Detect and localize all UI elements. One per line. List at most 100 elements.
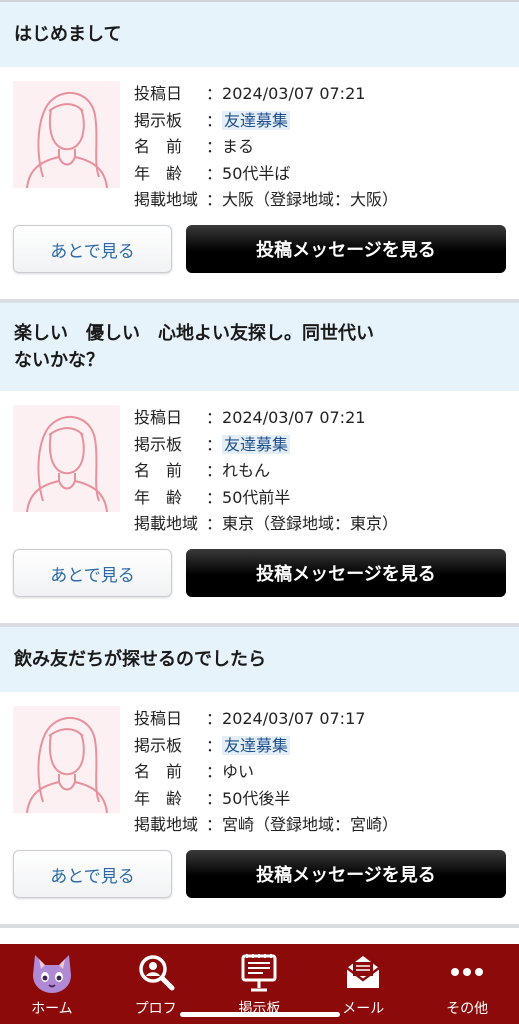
more-icon bbox=[447, 952, 487, 992]
posted-at-row: 投稿日 ： 2024/03/07 07:17 bbox=[134, 706, 398, 733]
separator: ： bbox=[206, 461, 223, 480]
name-value: れもん bbox=[222, 461, 271, 480]
region-value: 宮崎（登録地域：宮崎） bbox=[222, 815, 399, 834]
separator: ： bbox=[206, 137, 223, 156]
age-value: 50代前半 bbox=[222, 487, 291, 507]
separator: ： bbox=[206, 815, 223, 834]
region-label: 掲載地域 bbox=[134, 815, 199, 834]
board-label: 掲示板 bbox=[134, 110, 183, 130]
region-value: 大阪（登録地域：大阪） bbox=[222, 190, 399, 209]
divider bbox=[0, 924, 519, 928]
region-row: 掲載地域 ： 大阪（登録地域：大阪） bbox=[134, 187, 398, 214]
age-row: 年 齢 ： 50代半ば bbox=[134, 161, 398, 188]
view-message-button[interactable]: 投稿メッセージを見る bbox=[186, 225, 506, 273]
region-label: 掲載地域 bbox=[134, 190, 199, 209]
tab-label: メール bbox=[342, 1001, 385, 1017]
separator: ： bbox=[206, 709, 223, 728]
region-label: 掲載地域 bbox=[134, 514, 199, 533]
board-row: 掲示板 ： 友達募集 bbox=[134, 733, 398, 760]
name-row: 名 前 ： ゆい bbox=[134, 759, 398, 786]
posted-at-label: 投稿日 bbox=[134, 84, 183, 103]
woman-silhouette-icon bbox=[26, 415, 108, 512]
separator: ： bbox=[206, 762, 223, 781]
name-label: 名 前 bbox=[134, 461, 183, 480]
mail-icon bbox=[343, 952, 383, 992]
board-label: 掲示板 bbox=[134, 434, 183, 454]
board-value-cell: 友達募集 bbox=[222, 432, 398, 459]
board-row: 掲示板 ： 友達募集 bbox=[134, 108, 398, 135]
age-label: 年 齢 bbox=[134, 788, 183, 808]
board-label: 掲示板 bbox=[134, 735, 183, 755]
tab-label: プロフ bbox=[134, 1001, 177, 1017]
post-card: はじめまして 投稿日 ： 2024/03/07 07:21 掲示板 ： 友達募集… bbox=[0, 0, 519, 299]
board-value-cell: 友達募集 bbox=[222, 733, 398, 760]
board-link[interactable]: 友達募集 bbox=[222, 735, 291, 755]
age-label: 年 齢 bbox=[134, 487, 183, 507]
posted-at-value: 2024/03/07 07:21 bbox=[222, 84, 366, 103]
name-row: 名 前 ： まる bbox=[134, 134, 398, 161]
post-body: 投稿日 ： 2024/03/07 07:21 掲示板 ： 友達募集 名 前 ： … bbox=[0, 391, 519, 623]
post-feed: はじめまして 投稿日 ： 2024/03/07 07:21 掲示板 ： 友達募集… bbox=[0, 0, 519, 928]
age-row: 年 齢 ： 50代前半 bbox=[134, 485, 398, 512]
woman-silhouette-icon bbox=[26, 91, 108, 188]
posted-at-row: 投稿日 ： 2024/03/07 07:21 bbox=[134, 81, 398, 108]
separator: ： bbox=[206, 190, 223, 209]
name-label: 名 前 bbox=[134, 762, 183, 781]
woman-silhouette-icon bbox=[26, 716, 108, 813]
separator: ： bbox=[206, 110, 223, 130]
separator: ： bbox=[206, 434, 223, 454]
name-label: 名 前 bbox=[134, 137, 183, 156]
search-icon bbox=[136, 952, 176, 992]
tab-home[interactable]: ホーム bbox=[0, 944, 104, 1024]
posted-at-value: 2024/03/07 07:21 bbox=[222, 408, 366, 427]
separator: ： bbox=[206, 84, 223, 103]
post-card: 楽しい 優しい 心地よい友探し。同世代い ないかな？ 投稿日 ： 2024/03… bbox=[0, 299, 519, 623]
view-later-button[interactable]: あとで見る bbox=[13, 549, 172, 597]
name-value: ゆい bbox=[222, 762, 255, 781]
age-value: 50代後半 bbox=[222, 788, 291, 808]
separator: ： bbox=[206, 735, 223, 755]
view-message-button[interactable]: 投稿メッセージを見る bbox=[186, 549, 506, 597]
tab-label: その他 bbox=[446, 1001, 489, 1017]
posted-at-label: 投稿日 bbox=[134, 408, 183, 427]
post-body: 投稿日 ： 2024/03/07 07:21 掲示板 ： 友達募集 名 前 ： … bbox=[0, 67, 519, 299]
view-message-button[interactable]: 投稿メッセージを見る bbox=[186, 850, 506, 898]
avatar[interactable] bbox=[13, 706, 120, 813]
avatar[interactable] bbox=[13, 81, 120, 188]
name-row: 名 前 ： れもん bbox=[134, 458, 398, 485]
age-value: 50代半ば bbox=[222, 163, 291, 183]
post-title[interactable]: 楽しい 優しい 心地よい友探し。同世代い ないかな？ bbox=[0, 303, 519, 391]
region-value: 東京（登録地域：東京） bbox=[222, 514, 399, 533]
post-title[interactable]: 飲み友だちが探せるのでしたら bbox=[0, 627, 519, 692]
board-link[interactable]: 友達募集 bbox=[222, 434, 291, 454]
region-row: 掲載地域 ： 東京（登録地域：東京） bbox=[134, 511, 398, 538]
avatar[interactable] bbox=[13, 405, 120, 512]
posted-at-row: 投稿日 ： 2024/03/07 07:21 bbox=[134, 405, 398, 432]
view-later-button[interactable]: あとで見る bbox=[13, 850, 172, 898]
board-list-page: はじめまして 投稿日 ： 2024/03/07 07:21 掲示板 ： 友達募集… bbox=[0, 0, 519, 1024]
home-indicator[interactable] bbox=[180, 1012, 340, 1017]
tab-label: ホーム bbox=[31, 1001, 73, 1017]
post-body: 投稿日 ： 2024/03/07 07:17 掲示板 ： 友達募集 名 前 ： … bbox=[0, 692, 519, 924]
post-info: 投稿日 ： 2024/03/07 07:17 掲示板 ： 友達募集 名 前 ： … bbox=[134, 706, 398, 839]
separator: ： bbox=[206, 514, 223, 533]
separator: ： bbox=[206, 487, 223, 507]
view-later-button[interactable]: あとで見る bbox=[13, 225, 172, 273]
cat-mascot-icon bbox=[29, 952, 75, 993]
age-label: 年 齢 bbox=[134, 163, 183, 183]
board-icon bbox=[239, 952, 279, 992]
posted-at-value: 2024/03/07 07:17 bbox=[222, 709, 366, 728]
region-row: 掲載地域 ： 宮崎（登録地域：宮崎） bbox=[134, 812, 398, 839]
board-value-cell: 友達募集 bbox=[222, 108, 398, 135]
board-link[interactable]: 友達募集 bbox=[222, 110, 291, 130]
posted-at-label: 投稿日 bbox=[134, 709, 183, 728]
post-info: 投稿日 ： 2024/03/07 07:21 掲示板 ： 友達募集 名 前 ： … bbox=[134, 81, 398, 214]
post-title[interactable]: はじめまして bbox=[0, 2, 519, 67]
name-value: まる bbox=[222, 137, 255, 156]
separator: ： bbox=[206, 788, 223, 808]
board-row: 掲示板 ： 友達募集 bbox=[134, 432, 398, 459]
post-card: 飲み友だちが探せるのでしたら 投稿日 ： 2024/03/07 07:17 掲示… bbox=[0, 623, 519, 928]
tab-more[interactable]: その他 bbox=[415, 944, 519, 1024]
post-info: 投稿日 ： 2024/03/07 07:21 掲示板 ： 友達募集 名 前 ： … bbox=[134, 405, 398, 538]
separator: ： bbox=[206, 163, 223, 183]
